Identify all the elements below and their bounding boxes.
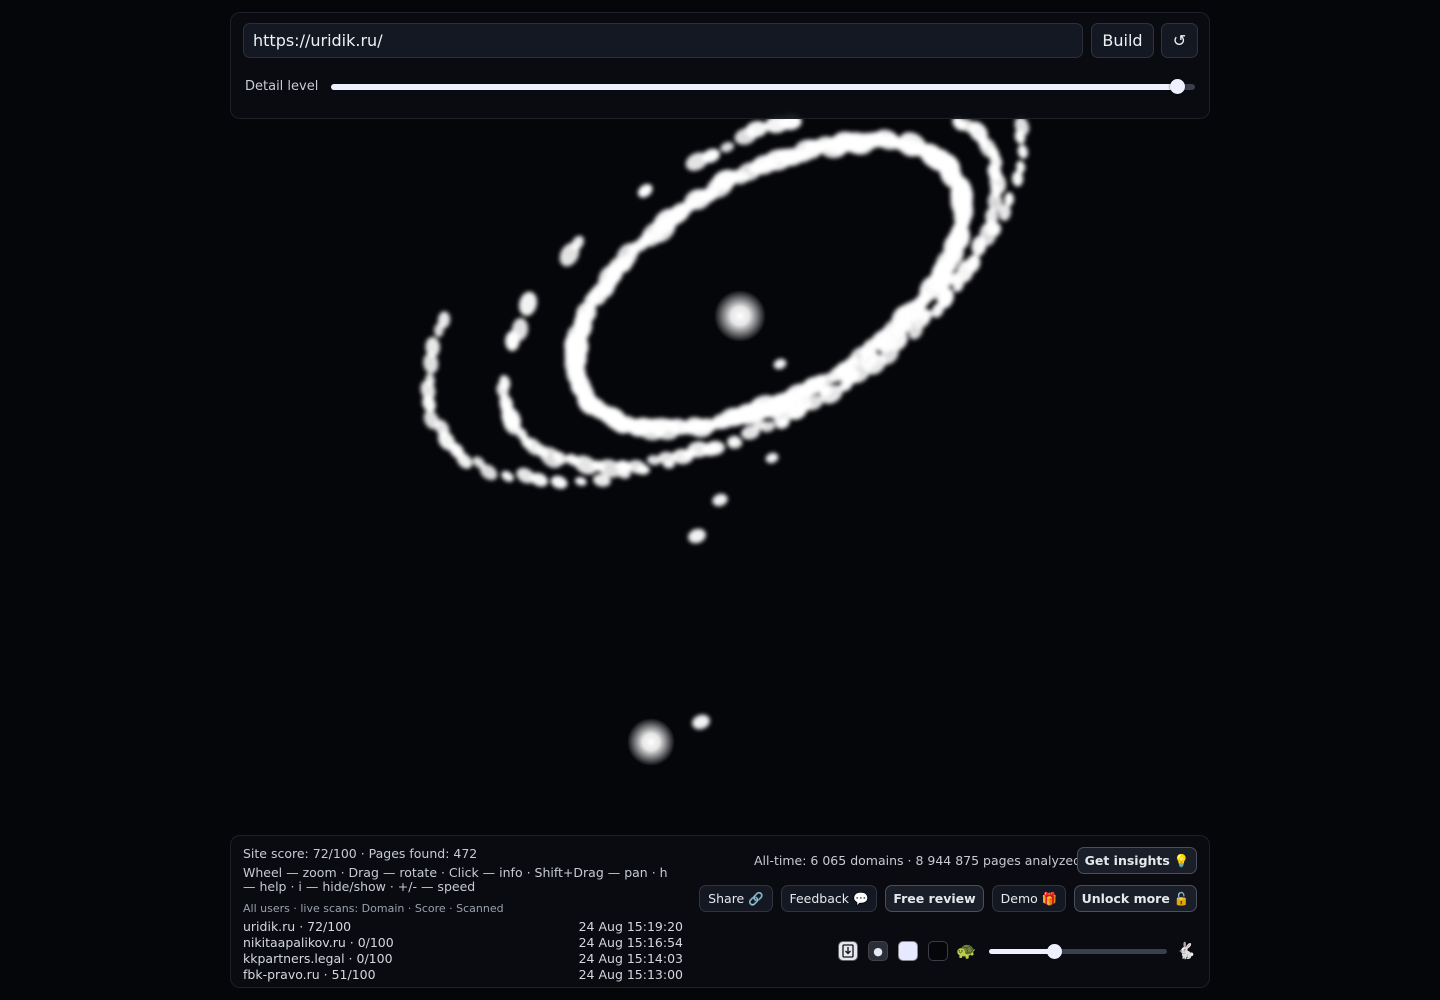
dark-theme-swatch[interactable] [928, 941, 948, 961]
free-review-button[interactable]: Free review [885, 885, 984, 912]
url-input[interactable] [243, 23, 1083, 58]
scan-time: 24 Aug 15:16:54 [578, 935, 683, 950]
free-review-label: Free review [893, 891, 976, 906]
demo-button[interactable]: Demo 🎁 [992, 885, 1066, 912]
gift-icon: 🎁 [1041, 890, 1058, 906]
detail-level-fill [331, 84, 1178, 90]
particle-node[interactable] [517, 290, 540, 318]
core-node[interactable] [627, 718, 675, 766]
particle-node[interactable] [772, 357, 788, 371]
particle-node[interactable] [764, 451, 780, 465]
list-item[interactable]: nikitaapalikov.ru · 0/100 24 Aug 15:16:5… [243, 935, 683, 951]
particle-node[interactable] [1016, 144, 1029, 160]
speed-fill [989, 949, 1055, 954]
particle-node[interactable] [574, 476, 588, 487]
particle-node[interactable] [499, 469, 516, 484]
scan-domain: kkpartners.legal · 0/100 [243, 951, 393, 966]
scan-domain: uridik.ru · 72/100 [243, 919, 352, 934]
particle-node[interactable] [719, 140, 736, 154]
scan-time: 24 Aug 15:13:00 [578, 967, 683, 982]
light-theme-swatch[interactable] [898, 941, 918, 961]
speech-bubble-icon: 💬 [852, 890, 869, 906]
site-score: Site score: 72/100 · Pages found: 472 [243, 846, 478, 861]
get-insights-button[interactable]: Get insights 💡 [1077, 847, 1197, 874]
detail-level-thumb[interactable] [1169, 79, 1185, 94]
unlock-icon: 🔓 [1173, 890, 1190, 906]
download-glyph [842, 944, 854, 958]
build-button[interactable]: Build [1091, 23, 1154, 58]
info-panel: Site score: 72/100 · Pages found: 472 Wh… [230, 835, 1210, 988]
scan-time: 24 Aug 15:19:20 [578, 919, 683, 934]
live-scans-list: uridik.ru · 72/100 24 Aug 15:19:20 nikit… [243, 919, 683, 983]
alltime-stats: All-time: 6 065 domains · 8 944 875 page… [754, 853, 1082, 868]
speed-slider[interactable] [989, 944, 1167, 959]
particle-node[interactable] [686, 526, 708, 545]
scan-domain: nikitaapalikov.ru · 0/100 [243, 935, 394, 950]
rabbit-icon: 🐇 [1176, 941, 1196, 960]
link-icon: 🔗 [748, 890, 764, 906]
share-button[interactable]: Share 🔗 [699, 885, 773, 912]
point-style-icon[interactable]: ● [868, 941, 888, 961]
download-icon[interactable] [838, 941, 858, 961]
unlock-more-label: Unlock more [1081, 891, 1170, 906]
share-label: Share [708, 891, 745, 906]
scan-time: 24 Aug 15:14:03 [578, 951, 683, 966]
particle-node[interactable] [635, 181, 655, 200]
turtle-icon: 🐢 [956, 941, 976, 960]
live-scans-header: All users · live scans: Domain · Score ·… [243, 902, 504, 915]
lightbulb-icon: 💡 [1173, 852, 1190, 868]
list-item[interactable]: uridik.ru · 72/100 24 Aug 15:19:20 [243, 919, 683, 935]
detail-level-slider[interactable] [331, 79, 1195, 94]
list-item[interactable]: fbk-pravo.ru · 51/100 24 Aug 15:13:00 [243, 967, 683, 983]
feedback-button[interactable]: Feedback 💬 [781, 885, 877, 912]
toolbar-panel: Build ↺ Detail level [230, 12, 1210, 119]
particle-node[interactable] [690, 712, 712, 731]
particle-node[interactable] [711, 492, 730, 509]
list-item[interactable]: kkpartners.legal · 0/100 24 Aug 15:14:03 [243, 951, 683, 967]
reset-button[interactable]: ↺ [1161, 23, 1198, 58]
help-text: Wheel — zoom · Drag — rotate · Click — i… [243, 865, 668, 894]
get-insights-label: Get insights [1084, 853, 1170, 868]
demo-label: Demo [1000, 891, 1038, 906]
scan-domain: fbk-pravo.ru · 51/100 [243, 967, 376, 982]
detail-level-label: Detail level [245, 79, 319, 94]
unlock-more-button[interactable]: Unlock more 🔓 [1074, 885, 1197, 912]
speed-thumb[interactable] [1046, 944, 1062, 959]
core-node[interactable] [714, 290, 766, 342]
feedback-label: Feedback [789, 891, 849, 906]
particle-node[interactable] [549, 474, 569, 491]
